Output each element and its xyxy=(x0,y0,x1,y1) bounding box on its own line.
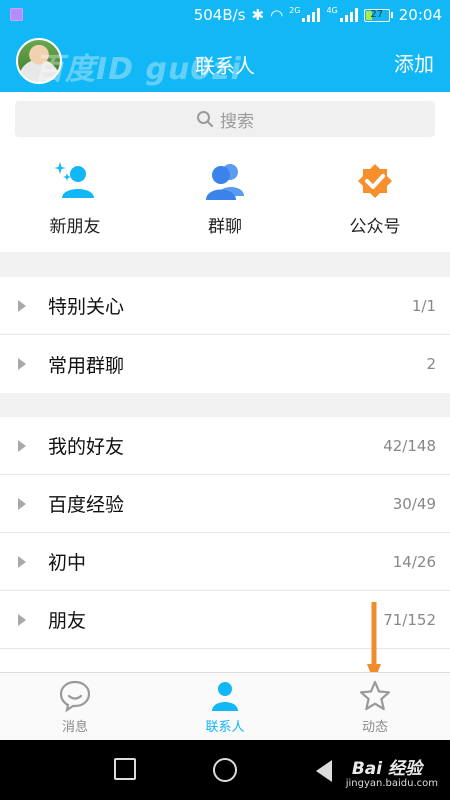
header: 百度ID gu0zi 联系人 添加 xyxy=(0,30,450,92)
page-title: 联系人 xyxy=(195,54,255,78)
battery-icon: 27 xyxy=(363,8,393,22)
search-placeholder: 搜索 xyxy=(220,111,254,132)
signal-icon xyxy=(302,8,321,22)
home-button[interactable] xyxy=(213,758,237,782)
quick-entry-new-friend[interactable]: 新朋友 xyxy=(0,146,150,252)
contacts-icon xyxy=(212,682,238,711)
group-section-main: 我的好友 42/148 百度经验 30/49 初中 14/26 朋友 71/15… xyxy=(0,417,450,707)
group-name: 百度经验 xyxy=(48,494,125,516)
network-4g-label: 4G xyxy=(326,6,338,15)
group-count: 1/1 xyxy=(411,296,436,315)
search-icon xyxy=(197,111,213,127)
group-row-baidu-jingyan[interactable]: 百度经验 30/49 xyxy=(0,475,450,533)
baidu-watermark-url: jingyan.baidu.com xyxy=(345,778,438,789)
group-count: 42/148 xyxy=(383,436,436,455)
clock: 20:04 xyxy=(398,6,442,24)
official-account-icon xyxy=(358,164,392,198)
tab-contacts[interactable]: 联系人 xyxy=(150,673,300,740)
group-row-friends[interactable]: 朋友 71/152 xyxy=(0,591,450,649)
group-count: 2 xyxy=(426,355,436,373)
quick-entry-label: 公众号 xyxy=(349,217,401,237)
group-name: 朋友 xyxy=(48,610,87,632)
baidu-watermark: Bai 经验 xyxy=(351,759,422,779)
wifi-icon: ◠ xyxy=(270,6,284,24)
star-icon xyxy=(359,680,391,711)
search-input[interactable]: 搜索 xyxy=(15,101,435,137)
battery-level: 27 xyxy=(370,8,384,20)
group-row-frequent-groups[interactable]: 常用群聊 2 xyxy=(0,335,450,393)
tab-moments[interactable]: 动态 xyxy=(300,673,450,740)
tab-messages[interactable]: 消息 xyxy=(0,673,150,740)
notification-icon xyxy=(10,8,23,21)
network-speed: 504B/s xyxy=(193,6,246,24)
group-count: 14/26 xyxy=(392,552,436,571)
expand-arrow-icon xyxy=(18,497,26,510)
tab-label: 动态 xyxy=(361,720,388,735)
expand-arrow-icon xyxy=(18,439,26,452)
group-name: 常用群聊 xyxy=(48,354,125,377)
recent-apps-button[interactable] xyxy=(114,758,136,780)
expand-arrow-icon xyxy=(18,299,26,312)
group-row-junior-high[interactable]: 初中 14/26 xyxy=(0,533,450,591)
quick-entry-label: 新朋友 xyxy=(49,217,101,237)
group-count: 71/152 xyxy=(383,610,436,629)
tab-label: 联系人 xyxy=(205,720,245,735)
group-name: 我的好友 xyxy=(48,436,125,458)
group-chat-icon xyxy=(206,164,244,200)
group-section-top: 特别关心 1/1 常用群聊 2 xyxy=(0,277,450,393)
bluetooth-icon: ✱ xyxy=(251,6,265,24)
system-nav-bar: Bai 经验 jingyan.baidu.com xyxy=(0,740,450,800)
group-count: 30/49 xyxy=(392,494,436,513)
quick-entry-group-chat[interactable]: 群聊 xyxy=(150,146,300,252)
back-button[interactable] xyxy=(316,760,332,782)
status-bar: 504B/s ✱ ◠ 2G 4G 27 20:04 xyxy=(0,0,450,30)
tab-label: 消息 xyxy=(61,720,88,735)
signal-icon-2 xyxy=(339,8,358,22)
new-friend-icon xyxy=(54,162,94,198)
tab-bar: 消息 联系人 动态 xyxy=(0,672,450,740)
quick-entry-label: 群聊 xyxy=(208,217,242,237)
network-2g-label: 2G xyxy=(289,6,301,15)
expand-arrow-icon xyxy=(18,613,26,626)
search-area: 搜索 xyxy=(0,92,450,146)
message-icon xyxy=(59,680,91,713)
add-button[interactable]: 添加 xyxy=(394,48,434,77)
quick-entry-official-account[interactable]: 公众号 xyxy=(300,146,450,252)
group-name: 初中 xyxy=(48,552,87,574)
group-row-my-friends[interactable]: 我的好友 42/148 xyxy=(0,417,450,475)
group-name: 特别关心 xyxy=(48,296,125,318)
expand-arrow-icon xyxy=(18,555,26,568)
group-row-special-care[interactable]: 特别关心 1/1 xyxy=(0,277,450,335)
expand-arrow-icon xyxy=(18,358,26,370)
quick-entries: 新朋友 群聊 公众号 xyxy=(0,146,450,252)
